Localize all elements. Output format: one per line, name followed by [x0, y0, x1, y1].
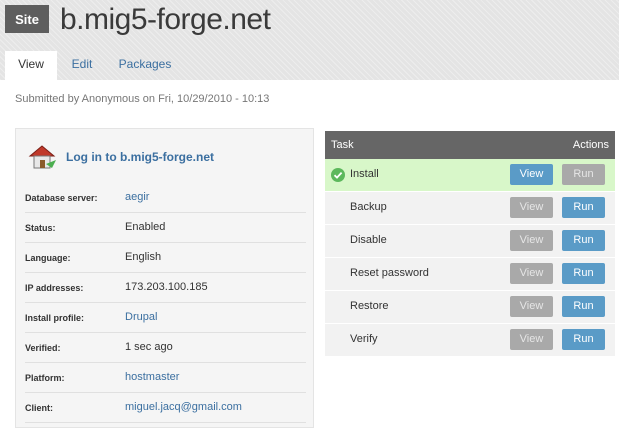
install-profile-label: Install profile: — [25, 313, 85, 323]
client-label: Client: — [25, 403, 53, 413]
task-row-verify: Verify View Run — [325, 324, 615, 357]
info-row-language: Language: English — [25, 243, 306, 273]
run-button[interactable]: Run — [562, 263, 605, 284]
check-circle-icon — [331, 168, 345, 182]
ip-addresses-value: 173.203.100.185 — [125, 281, 208, 293]
run-button[interactable]: Run — [562, 230, 605, 251]
task-row-backup: Backup View Run — [325, 192, 615, 225]
platform-link[interactable]: hostmaster — [125, 371, 179, 383]
database-server-link[interactable]: aegir — [125, 191, 149, 203]
view-button: View — [510, 230, 553, 251]
tab-bar: View Edit Packages — [0, 51, 619, 80]
tab-edit[interactable]: Edit — [62, 51, 102, 80]
language-label: Language: — [25, 253, 71, 263]
install-profile-link[interactable]: Drupal — [125, 311, 157, 323]
ip-addresses-label: IP addresses: — [25, 283, 84, 293]
verified-value: 1 sec ago — [125, 341, 173, 353]
verified-label: Verified: — [25, 343, 61, 353]
info-row-platform: Platform: hostmaster — [25, 363, 306, 393]
task-name: Verify — [350, 333, 378, 345]
task-name: Disable — [350, 234, 387, 246]
run-button[interactable]: Run — [562, 197, 605, 218]
platform-label: Platform: — [25, 373, 65, 383]
database-server-label: Database server: — [25, 193, 98, 203]
client-link[interactable]: miguel.jacq@gmail.com — [125, 401, 242, 413]
submitted-info: Submitted by Anonymous on Fri, 10/29/201… — [15, 93, 270, 105]
home-key-icon — [28, 145, 56, 169]
run-button[interactable]: Run — [562, 296, 605, 317]
tab-packages[interactable]: Packages — [110, 51, 180, 80]
language-value: English — [125, 251, 162, 263]
task-row-disable: Disable View Run — [325, 225, 615, 258]
task-row-restore: Restore View Run — [325, 291, 615, 324]
site-badge: Site — [5, 5, 49, 33]
status-label: Status: — [25, 223, 56, 233]
view-button: View — [510, 263, 553, 284]
site-info-panel: Log in to b.mig5-forge.net Database serv… — [15, 128, 314, 428]
info-row-verified: Verified: 1 sec ago — [25, 333, 306, 363]
run-button: Run — [562, 164, 605, 185]
view-button: View — [510, 197, 553, 218]
view-button: View — [510, 296, 553, 317]
actions-column-header: Actions — [572, 139, 609, 151]
info-row-status: Status: Enabled — [25, 213, 306, 243]
info-row-client: Client: miguel.jacq@gmail.com — [25, 393, 306, 423]
run-button[interactable]: Run — [562, 329, 605, 350]
login-row: Log in to b.mig5-forge.net — [28, 143, 214, 171]
view-button[interactable]: View — [510, 164, 553, 185]
task-row-reset-password: Reset password View Run — [325, 258, 615, 291]
tab-view[interactable]: View — [5, 51, 57, 80]
task-name: Backup — [350, 201, 387, 213]
info-row-ip: IP addresses: 173.203.100.185 — [25, 273, 306, 303]
task-column-header: Task — [331, 139, 354, 151]
task-row-install: Install View Run — [325, 159, 615, 192]
info-row-profile: Install profile: Drupal — [25, 303, 306, 333]
task-name: Install — [350, 168, 379, 180]
task-name: Restore — [350, 300, 389, 312]
info-row-database: Database server: aegir — [25, 183, 306, 213]
task-name: Reset password — [350, 267, 429, 279]
login-link[interactable]: Log in to b.mig5-forge.net — [66, 150, 214, 164]
task-table-header: Task Actions — [325, 131, 615, 159]
page-header: Site b.mig5-forge.net View Edit Packages — [0, 0, 619, 80]
view-button: View — [510, 329, 553, 350]
page-title: b.mig5-forge.net — [60, 3, 271, 36]
status-value: Enabled — [125, 221, 166, 233]
task-table: Task Actions Install View Run Backup Vie… — [325, 131, 615, 357]
